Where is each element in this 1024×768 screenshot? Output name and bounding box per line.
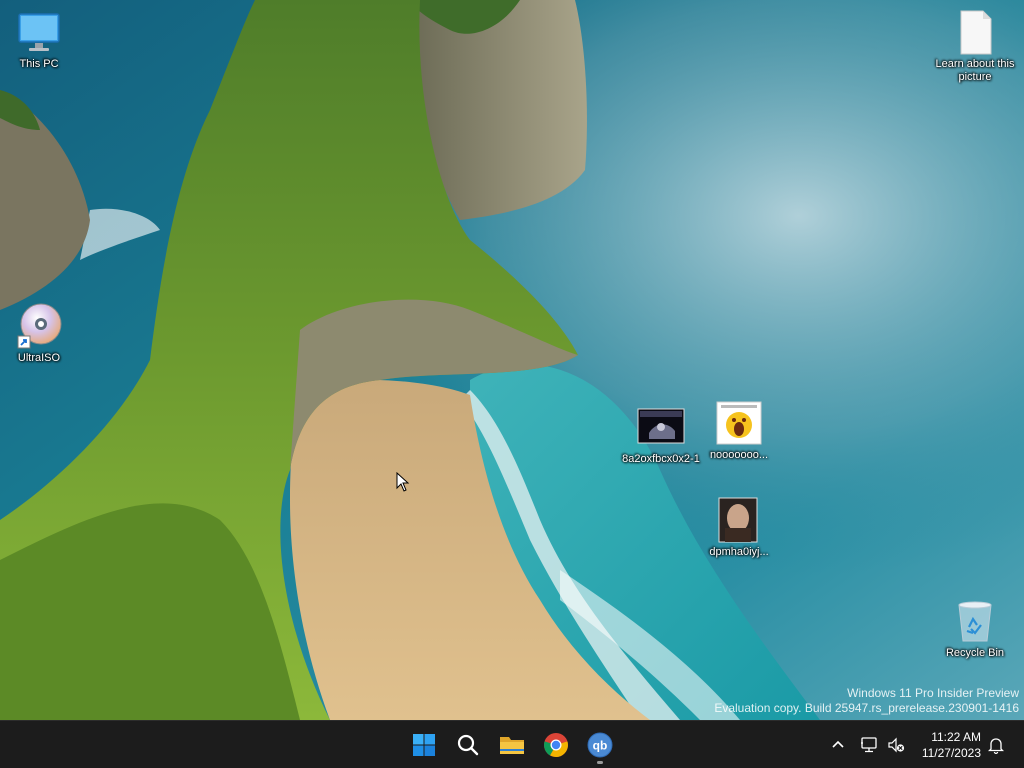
desktop-icon-label: nooooooo...	[709, 449, 769, 461]
desktop-wallpaper	[0, 0, 1024, 720]
windows-watermark: Windows 11 Pro Insider Preview Evaluatio…	[714, 686, 1019, 716]
image-thumbnail-icon	[715, 399, 763, 447]
chevron-up-icon	[832, 740, 844, 748]
desktop-icon-label: UltraISO	[17, 352, 61, 364]
chrome-button[interactable]	[536, 725, 576, 765]
network-icon	[861, 737, 877, 753]
clock-time: 11:22 AM	[931, 730, 981, 744]
folder-icon	[500, 737, 524, 754]
search-button[interactable]	[448, 725, 488, 765]
image-thumbnail-icon	[715, 496, 763, 544]
monitor-icon	[15, 8, 63, 56]
show-hidden-icons-button[interactable]	[826, 733, 850, 757]
notifications-button[interactable]	[984, 733, 1008, 757]
desktop-icon-label: Learn about this picture	[935, 58, 1015, 83]
desktop-icon-this-pc[interactable]: This PC	[0, 8, 79, 71]
desktop-icon-label: This PC	[19, 58, 59, 70]
file-explorer-button[interactable]	[492, 725, 532, 765]
video-thumbnail-icon	[637, 403, 685, 451]
desktop-icon-image-file-2[interactable]: dpmha0iyj...	[699, 496, 779, 559]
start-button[interactable]	[404, 725, 444, 765]
desktop-icon-image-file-1[interactable]: nooooooo...	[699, 399, 779, 462]
volume-button[interactable]	[884, 733, 908, 757]
disc-icon	[15, 302, 63, 350]
qbittorrent-icon: qb	[587, 732, 613, 758]
desktop-icon-video-file[interactable]: 8a2oxfbcx0x2-1	[621, 403, 701, 466]
windows-logo-icon	[413, 734, 435, 756]
desktop-icon-label: 8a2oxfbcx0x2-1	[622, 453, 700, 465]
volume-muted-icon	[888, 737, 905, 753]
network-status-button[interactable]	[857, 733, 881, 757]
bell-icon	[988, 738, 1004, 754]
desktop-icon-recycle-bin[interactable]: Recycle Bin	[935, 597, 1015, 660]
qbittorrent-button[interactable]: qb	[580, 725, 620, 765]
watermark-edition: Windows 11 Pro Insider Preview	[847, 686, 1019, 700]
running-indicator	[597, 761, 603, 764]
desktop-icon-label: dpmha0iyj...	[709, 546, 769, 558]
mouse-cursor-icon	[396, 472, 410, 492]
search-icon	[457, 734, 479, 756]
clock[interactable]: 11:22 AM 11/27/2023	[922, 729, 981, 761]
desktop-icon-label: Recycle Bin	[945, 647, 1005, 659]
document-icon	[951, 8, 999, 56]
qbittorrent-glyph-text: qb	[593, 739, 608, 753]
recycle-bin-icon	[951, 597, 999, 645]
clock-date: 11/27/2023	[921, 746, 981, 760]
desktop-icon-ultraiso[interactable]: UltraISO	[0, 302, 79, 365]
desktop-icon-learn-about-picture[interactable]: Learn about this picture	[935, 8, 1015, 84]
chrome-icon	[544, 733, 568, 757]
taskbar: qb 11:22 AM 11/27/2023	[0, 720, 1024, 768]
watermark-build: Evaluation copy. Build 25947.rs_prerelea…	[714, 701, 1019, 715]
